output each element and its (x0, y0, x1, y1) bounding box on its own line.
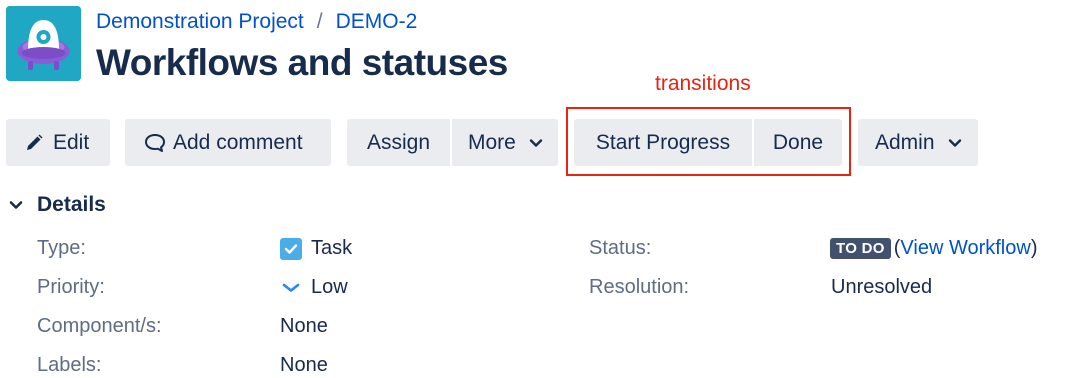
start-progress-button[interactable]: Start Progress (574, 119, 752, 166)
more-button-label: More (468, 130, 516, 154)
add-comment-button-label: Add comment (173, 130, 303, 154)
transitions-annotation-label: transitions (655, 72, 751, 95)
page-title: Workflows and statuses (96, 42, 508, 83)
details-heading: Details (37, 193, 106, 216)
done-button[interactable]: Done (754, 119, 842, 166)
workflow-close-paren: ) (1030, 237, 1038, 259)
project-avatar-icon (6, 6, 81, 81)
status-label: Status: (589, 237, 652, 259)
details-section-toggle[interactable]: Details (6, 193, 106, 217)
breadcrumb-separator: / (316, 10, 323, 33)
more-dropdown-button[interactable]: More (452, 119, 558, 166)
labels-value: None (280, 354, 328, 376)
admin-button-label: Admin (875, 130, 935, 154)
breadcrumb: Demonstration Project / DEMO-2 (96, 9, 417, 35)
type-value: Task (280, 237, 352, 260)
edit-button-label: Edit (53, 130, 90, 154)
assign-button-label: Assign (366, 130, 431, 154)
assign-button[interactable]: Assign (347, 119, 450, 166)
add-comment-button[interactable]: Add comment (125, 119, 331, 166)
priority-label: Priority: (37, 276, 105, 298)
components-label: Component/s: (37, 315, 162, 337)
priority-value: Low (280, 276, 348, 299)
view-workflow-link[interactable]: View Workflow (900, 237, 1030, 260)
comment-icon (144, 133, 166, 153)
status-value: TO DO ( View Workflow ) (830, 237, 1038, 260)
type-value-text: Task (311, 237, 353, 259)
chevron-down-icon (948, 138, 962, 148)
task-checkbox-icon (280, 237, 302, 260)
type-label: Type: (37, 237, 86, 259)
chevron-down-icon (6, 195, 26, 215)
done-button-label: Done (772, 130, 824, 154)
start-progress-button-label: Start Progress (595, 130, 731, 154)
admin-dropdown-button[interactable]: Admin (858, 119, 978, 166)
workflow-open-paren: ( (893, 237, 901, 259)
breadcrumb-issue-link[interactable]: DEMO-2 (336, 10, 418, 34)
edit-button[interactable]: Edit (6, 119, 110, 166)
priority-low-icon (280, 277, 302, 299)
pencil-icon (24, 133, 44, 153)
components-value: None (280, 315, 328, 337)
labels-label: Labels: (37, 354, 102, 376)
chevron-down-icon (529, 138, 543, 148)
resolution-value: Unresolved (831, 276, 933, 298)
priority-value-text: Low (311, 276, 348, 298)
resolution-label: Resolution: (589, 276, 690, 298)
project-avatar[interactable] (6, 6, 81, 81)
status-badge: TO DO (830, 238, 891, 259)
breadcrumb-project-link[interactable]: Demonstration Project (96, 10, 304, 34)
